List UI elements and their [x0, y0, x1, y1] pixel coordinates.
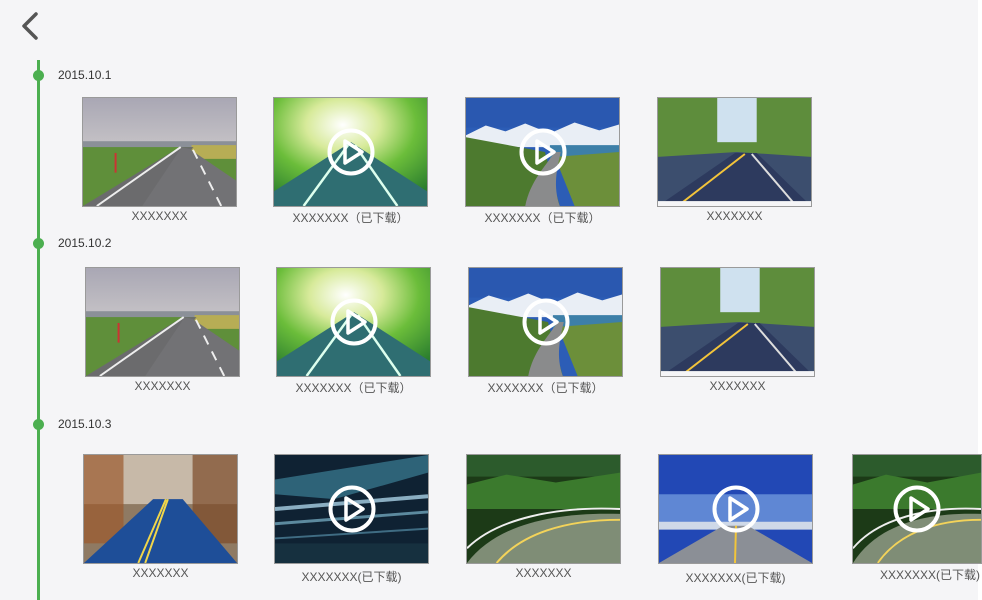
media-item[interactable]: XXXXXXX: [82, 97, 237, 223]
media-caption: XXXXXXX(已下载): [301, 570, 402, 584]
back-button[interactable]: [14, 10, 46, 42]
media-item[interactable]: XXXXXXX: [657, 97, 812, 223]
thumbnail[interactable]: [466, 454, 621, 564]
thumbnail[interactable]: [657, 97, 812, 207]
media-item[interactable]: XXXXXXX（已下载）: [465, 97, 620, 225]
thumbnail[interactable]: [658, 454, 813, 564]
thumbnail[interactable]: [468, 267, 623, 377]
media-caption: XXXXXXX(已下载): [880, 568, 981, 582]
media-caption: XXXXXXX(已下载): [685, 571, 786, 585]
media-caption: XXXXXXX: [131, 209, 188, 223]
play-circle-icon[interactable]: [327, 484, 377, 534]
chevron-left-icon: [22, 12, 38, 40]
media-item[interactable]: XXXXXXX: [466, 454, 621, 580]
media-item[interactable]: XXXXXXX（已下载）: [273, 97, 428, 225]
group-date: 2015.10.2: [58, 236, 112, 250]
thumbnail-image: [661, 268, 814, 376]
media-caption: XXXXXXX: [515, 566, 572, 580]
thumbnail[interactable]: [465, 97, 620, 207]
thumbnail-image: [658, 98, 811, 206]
media-item[interactable]: XXXXXXX: [85, 267, 240, 393]
timeline-panel: 2015.10.1 XXXXXXX XXXXXXX（已下载） XXXXXXX（已…: [0, 0, 982, 600]
media-item[interactable]: XXXXXXX(已下载): [658, 454, 813, 585]
media-caption: XXXXXXX: [709, 379, 766, 393]
play-circle-icon[interactable]: [711, 484, 761, 534]
play-circle-icon[interactable]: [892, 484, 942, 534]
media-caption: XXXXXXX（已下载）: [292, 211, 409, 225]
group-date: 2015.10.1: [58, 68, 112, 82]
thumbnail[interactable]: [83, 454, 238, 564]
play-circle-icon[interactable]: [521, 297, 571, 347]
timeline-dot: [33, 238, 44, 249]
media-item[interactable]: XXXXXXX: [660, 267, 815, 393]
play-circle-icon[interactable]: [329, 297, 379, 347]
timeline-dot: [33, 419, 44, 430]
play-circle-icon[interactable]: [326, 127, 376, 177]
timeline-dot: [33, 70, 44, 81]
thumbnail[interactable]: [276, 267, 431, 377]
media-caption: XXXXXXX（已下载）: [295, 381, 412, 395]
thumbnail[interactable]: [660, 267, 815, 377]
thumbnail-image: [467, 455, 620, 563]
group-date: 2015.10.3: [58, 417, 112, 431]
media-item[interactable]: XXXXXXX(已下载): [274, 454, 429, 584]
timeline-line: [37, 60, 40, 600]
media-caption: XXXXXXX（已下载）: [484, 211, 601, 225]
media-item[interactable]: XXXXXXX: [83, 454, 238, 580]
media-caption: XXXXXXX: [706, 209, 763, 223]
media-caption: XXXXXXX: [132, 566, 189, 580]
media-item[interactable]: XXXXXXX(已下载): [852, 454, 982, 582]
media-caption: XXXXXXX（已下载）: [487, 381, 604, 395]
thumbnail[interactable]: [274, 454, 429, 564]
thumbnail[interactable]: [82, 97, 237, 207]
play-circle-icon[interactable]: [518, 127, 568, 177]
thumbnail-image: [86, 268, 239, 376]
thumbnail[interactable]: [852, 454, 982, 564]
media-item[interactable]: XXXXXXX（已下载）: [468, 267, 623, 395]
media-caption: XXXXXXX: [134, 379, 191, 393]
thumbnail-image: [84, 455, 237, 563]
thumbnail-image: [83, 98, 236, 206]
thumbnail[interactable]: [85, 267, 240, 377]
thumbnail[interactable]: [273, 97, 428, 207]
media-item[interactable]: XXXXXXX（已下载）: [276, 267, 431, 395]
